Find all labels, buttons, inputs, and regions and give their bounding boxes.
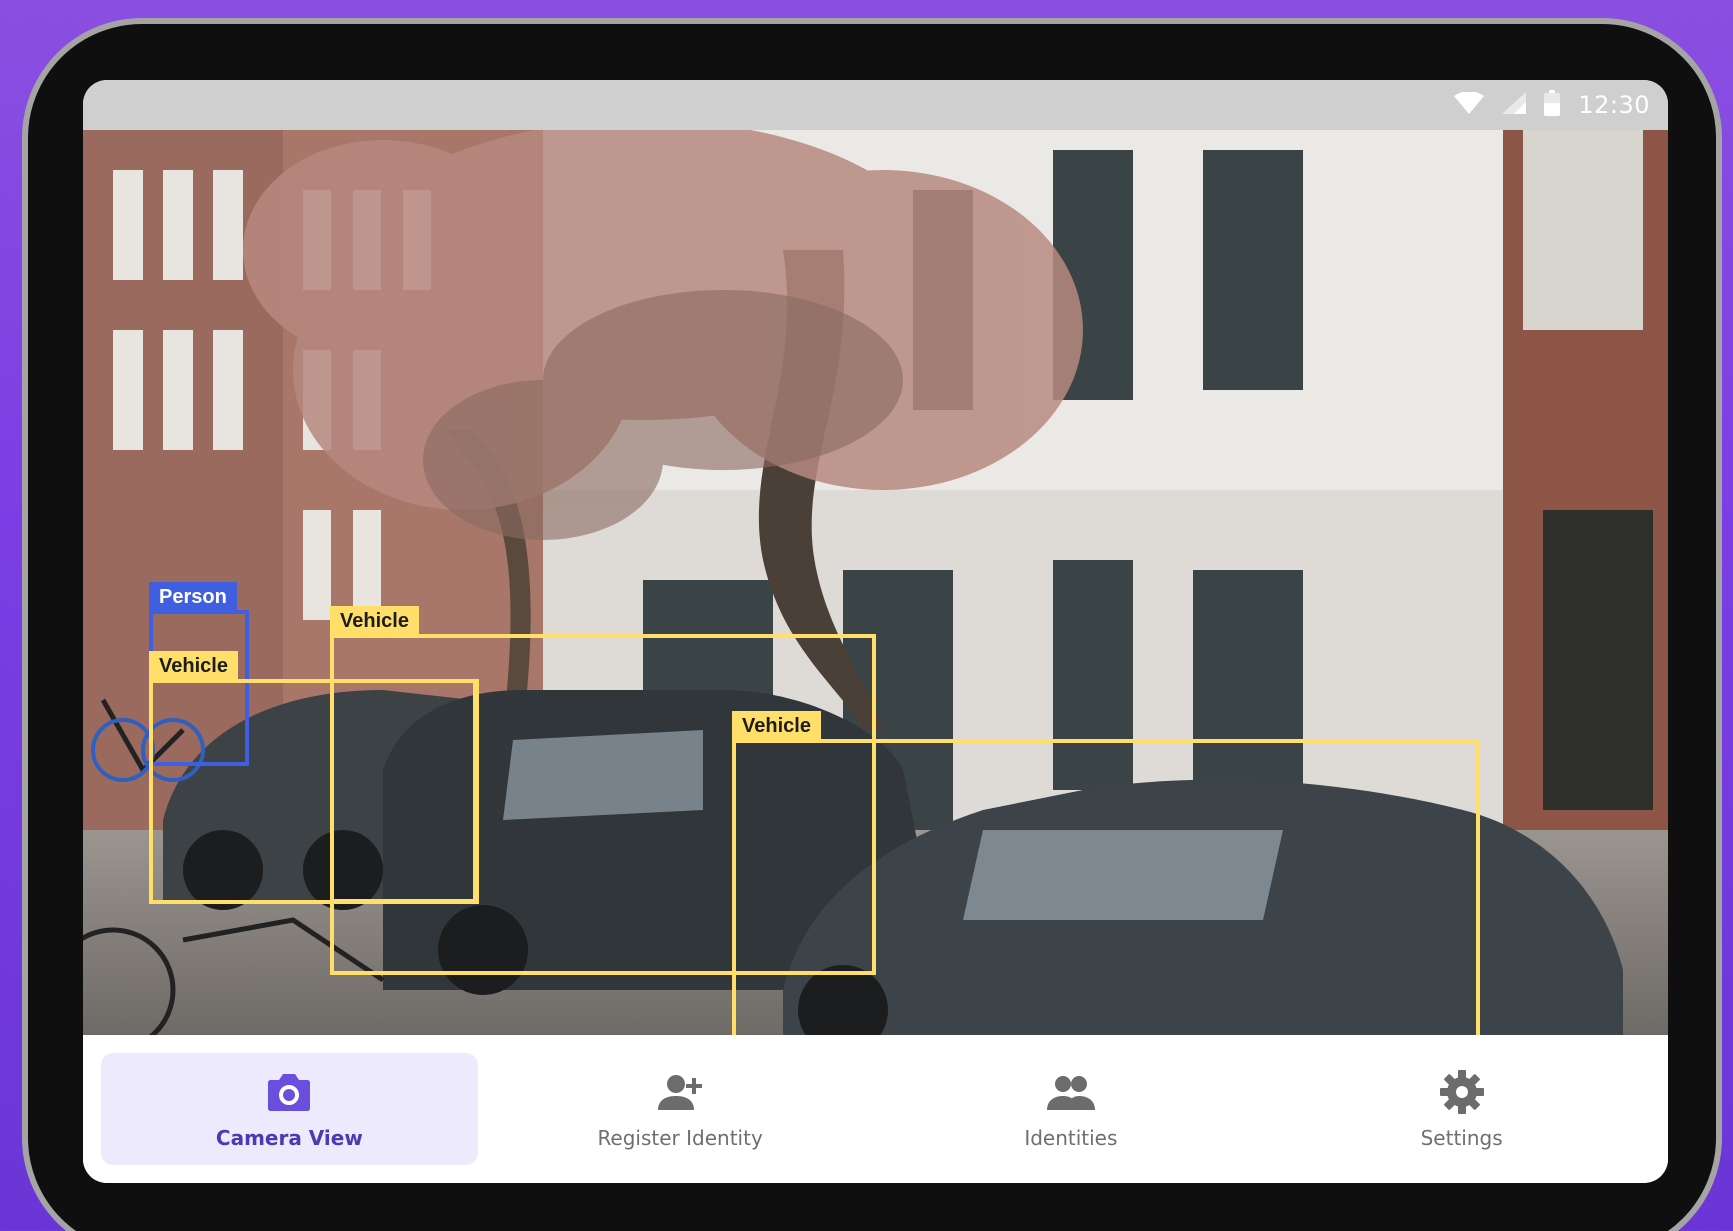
- status-time: 12:30: [1578, 91, 1650, 119]
- nav-item-settings[interactable]: Settings: [1273, 1053, 1650, 1165]
- nav-item-identities[interactable]: Identities: [883, 1053, 1260, 1165]
- people-icon: [1046, 1068, 1095, 1116]
- detection-box-vehicle[interactable]: [330, 679, 477, 903]
- nav-item-label: Settings: [1420, 1126, 1503, 1150]
- detection-label: Vehicle: [732, 711, 821, 741]
- nav-item-label: Camera View: [215, 1126, 363, 1150]
- camera-icon: [265, 1068, 313, 1116]
- camera-feed[interactable]: Person Vehicle Vehicle Vehicle: [83, 130, 1668, 1035]
- detection-label: Person: [149, 582, 237, 612]
- nav-item-label: Identities: [1024, 1126, 1118, 1150]
- wifi-icon: [1454, 91, 1485, 118]
- detection-box-vehicle[interactable]: Vehicle: [732, 711, 1480, 1035]
- status-bar: 12:30: [83, 80, 1668, 130]
- gear-icon: [1438, 1068, 1486, 1116]
- person-add-icon: [656, 1068, 704, 1116]
- detection-label: Vehicle: [149, 651, 238, 681]
- nav-item-register-identity[interactable]: Register Identity: [492, 1053, 869, 1165]
- nav-item-camera-view[interactable]: Camera View: [101, 1053, 478, 1165]
- app-screen: 12:30 Person Vehicle Vehicle Vehicle Cam…: [83, 80, 1668, 1183]
- signal-icon: [1502, 92, 1527, 118]
- battery-icon: [1544, 90, 1561, 120]
- nav-item-label: Register Identity: [597, 1126, 763, 1150]
- detection-label: Vehicle: [330, 606, 419, 636]
- bottom-navigation: Camera View Register Identity Identities…: [83, 1035, 1668, 1183]
